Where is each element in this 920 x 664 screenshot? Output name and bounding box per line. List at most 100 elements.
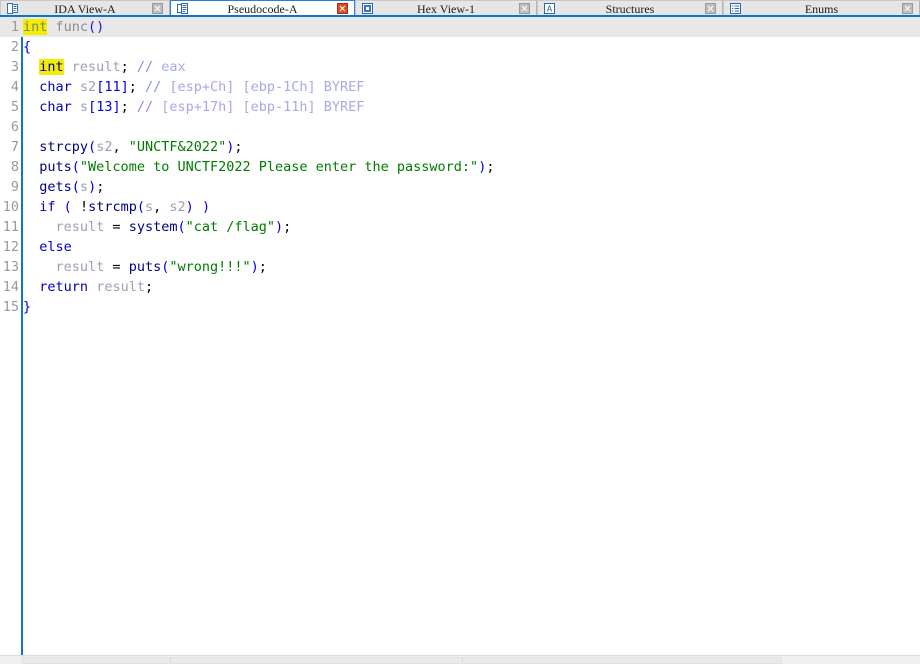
code-line-text[interactable]: char s2[11]; // [esp+Ch] [ebp-1Ch] BYREF [23, 77, 364, 97]
close-icon-gray[interactable] [519, 2, 530, 14]
code-token: char [39, 79, 72, 95]
code-line-text[interactable]: if ( !strcmp(s, s2) ) [23, 197, 210, 217]
code-token: ; [234, 139, 243, 155]
ida-view-icon [7, 2, 18, 14]
tab-label: Enums [804, 1, 839, 15]
code-token: ) [275, 219, 284, 235]
code-token: s2 [79, 79, 97, 95]
tab-enums[interactable]: Enums [723, 0, 920, 15]
code-line-text[interactable]: { [23, 37, 31, 57]
highlighted-token: int [23, 19, 48, 35]
horizontal-scrollbar-thumb[interactable] [22, 657, 782, 664]
code-line-text[interactable]: result = system("cat /flag"); [23, 217, 292, 237]
code-token: { [23, 39, 32, 55]
code-line-text[interactable]: int result; // eax [23, 57, 186, 77]
tab-label: IDA View-A [54, 1, 116, 15]
tab-hex-view-1[interactable]: Hex View-1 [355, 0, 537, 15]
code-token: ; [128, 79, 145, 95]
code-token: , [153, 199, 170, 215]
close-icon-gray[interactable] [152, 2, 163, 14]
tab-label: Structures [605, 1, 655, 15]
code-line[interactable]: 13 result = puts("wrong!!!"); [0, 257, 920, 277]
code-line[interactable]: 6 [0, 117, 920, 137]
code-line-text[interactable]: gets(s); [23, 177, 104, 197]
code-token: } [23, 299, 32, 315]
code-token: ) [250, 259, 259, 275]
code-line[interactable]: 11 result = system("cat /flag"); [0, 217, 920, 237]
line-number: 3 [10, 59, 19, 75]
code-token: "Welcome to UNCTF2022 Please enter the p… [79, 159, 479, 175]
highlighted-token: int [39, 59, 64, 75]
code-token: = [104, 259, 129, 275]
code-token: return [39, 279, 89, 295]
line-number: 15 [2, 299, 19, 315]
code-token: ( [136, 199, 145, 215]
code-line-text[interactable]: else [23, 237, 72, 257]
code-line[interactable]: 12 else [0, 237, 920, 257]
code-token: // [136, 99, 154, 115]
code-line-text[interactable]: strcpy(s2, "UNCTF&2022"); [23, 137, 243, 157]
scrollbar-tick-left [170, 658, 171, 663]
code-token: ) [185, 199, 194, 215]
code-token: "cat /flag" [185, 219, 276, 235]
code-token: ( [88, 139, 97, 155]
code-line-text[interactable]: return result; [23, 277, 153, 297]
tab-pseudocode-a[interactable]: Pseudocode-A [170, 0, 355, 15]
code-line-text[interactable]: result = puts("wrong!!!"); [23, 257, 267, 277]
code-line[interactable]: 4 char s2[11]; // [esp+Ch] [ebp-1Ch] BYR… [0, 77, 920, 97]
code-token: ) [201, 199, 211, 215]
code-line[interactable]: 5 char s[13]; // [esp+17h] [ebp-11h] BYR… [0, 97, 920, 117]
code-token: strcpy [39, 139, 89, 155]
close-icon-gray[interactable] [902, 2, 913, 14]
line-number: 2 [10, 39, 19, 55]
tab-ida-view-a[interactable]: IDA View-A [0, 0, 170, 15]
code-token: puts [128, 259, 162, 275]
code-line[interactable]: 9 gets(s); [0, 177, 920, 197]
code-token: char [39, 99, 72, 115]
view-tab-bar[interactable]: IDA View-A Pseudocode-A Hex View-1 A Structu… [0, 0, 920, 15]
code-line-list[interactable]: 1 int func() 2{3 int result; // eax 4 char … [0, 17, 920, 317]
code-line[interactable]: 10 if ( !strcmp(s, s2) ) [0, 197, 920, 217]
line-number: 11 [2, 219, 19, 235]
code-token: "UNCTF&2022" [128, 139, 227, 155]
close-icon-red[interactable] [337, 2, 348, 14]
code-token: ; [120, 59, 137, 75]
code-line-text[interactable]: puts("Welcome to UNCTF2022 Please enter … [23, 157, 494, 177]
code-token: gets [39, 179, 72, 195]
code-line[interactable]: 1 int func() [0, 17, 920, 37]
code-line-text[interactable]: int func() [23, 17, 104, 37]
code-line[interactable]: 7 strcpy(s2, "UNCTF&2022"); [0, 137, 920, 157]
code-token: ! [71, 199, 89, 215]
close-icon-gray[interactable] [705, 2, 716, 14]
code-line[interactable]: 14 return result; [0, 277, 920, 297]
pseudocode-editor[interactable]: 1 int func() 2{3 int result; // eax 4 char … [0, 17, 920, 655]
code-token: system [128, 219, 178, 235]
code-token: [esp+17h] [ebp-11h] BYREF [153, 99, 365, 115]
code-token: ; [283, 219, 292, 235]
code-line-text[interactable]: char s[13]; // [esp+17h] [ebp-11h] BYREF [23, 97, 364, 117]
code-line[interactable]: 2{ [0, 37, 920, 57]
code-line-text[interactable]: } [23, 297, 31, 317]
code-token: result [55, 219, 105, 235]
line-number: 14 [2, 279, 19, 295]
line-number: 6 [10, 119, 19, 135]
tab-structures[interactable]: A Structures [537, 0, 723, 15]
code-line[interactable]: 15} [0, 297, 920, 317]
line-number: 9 [10, 179, 19, 195]
code-line[interactable]: 8 puts("Welcome to UNCTF2022 Please ente… [0, 157, 920, 177]
code-token: ) [88, 179, 97, 195]
code-token: ; [486, 159, 495, 175]
code-line[interactable]: 3 int result; // eax [0, 57, 920, 77]
horizontal-scrollbar[interactable] [0, 655, 920, 664]
code-token: s [79, 179, 89, 195]
code-token: [esp+Ch] [ebp-1Ch] BYREF [161, 79, 365, 95]
